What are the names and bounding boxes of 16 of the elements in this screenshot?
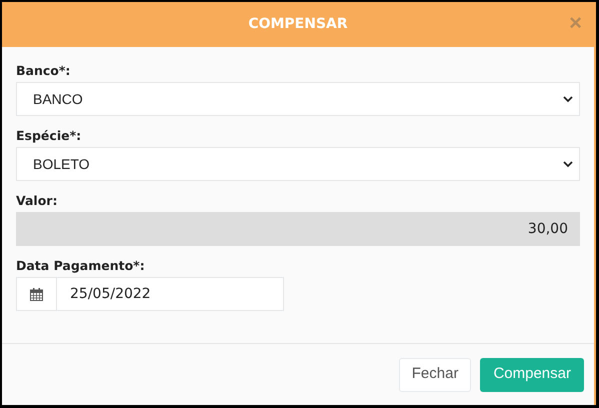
close-dialog-button[interactable]: Fechar: [398, 358, 472, 392]
select-value: BOLETO: [33, 154, 90, 174]
field-label: Banco*:: [16, 63, 70, 79]
select-field[interactable]: BOLETO: [16, 147, 580, 181]
chevron-down-icon: [563, 96, 573, 102]
value-field: 30,00: [16, 212, 580, 246]
calendar-button[interactable]: [16, 277, 57, 311]
field-label: Valor:: [16, 193, 58, 209]
calendar-icon: [30, 288, 43, 300]
field-label: Data Pagamento*:: [16, 258, 145, 274]
dialog-title: COMPENSAR: [248, 15, 348, 34]
select-value: BANCO: [33, 90, 83, 108]
select-field[interactable]: BANCO: [16, 82, 580, 116]
field-label: Espécie*:: [16, 128, 82, 144]
date-field[interactable]: 25/05/2022: [57, 277, 284, 311]
chevron-down-icon: [563, 160, 573, 168]
